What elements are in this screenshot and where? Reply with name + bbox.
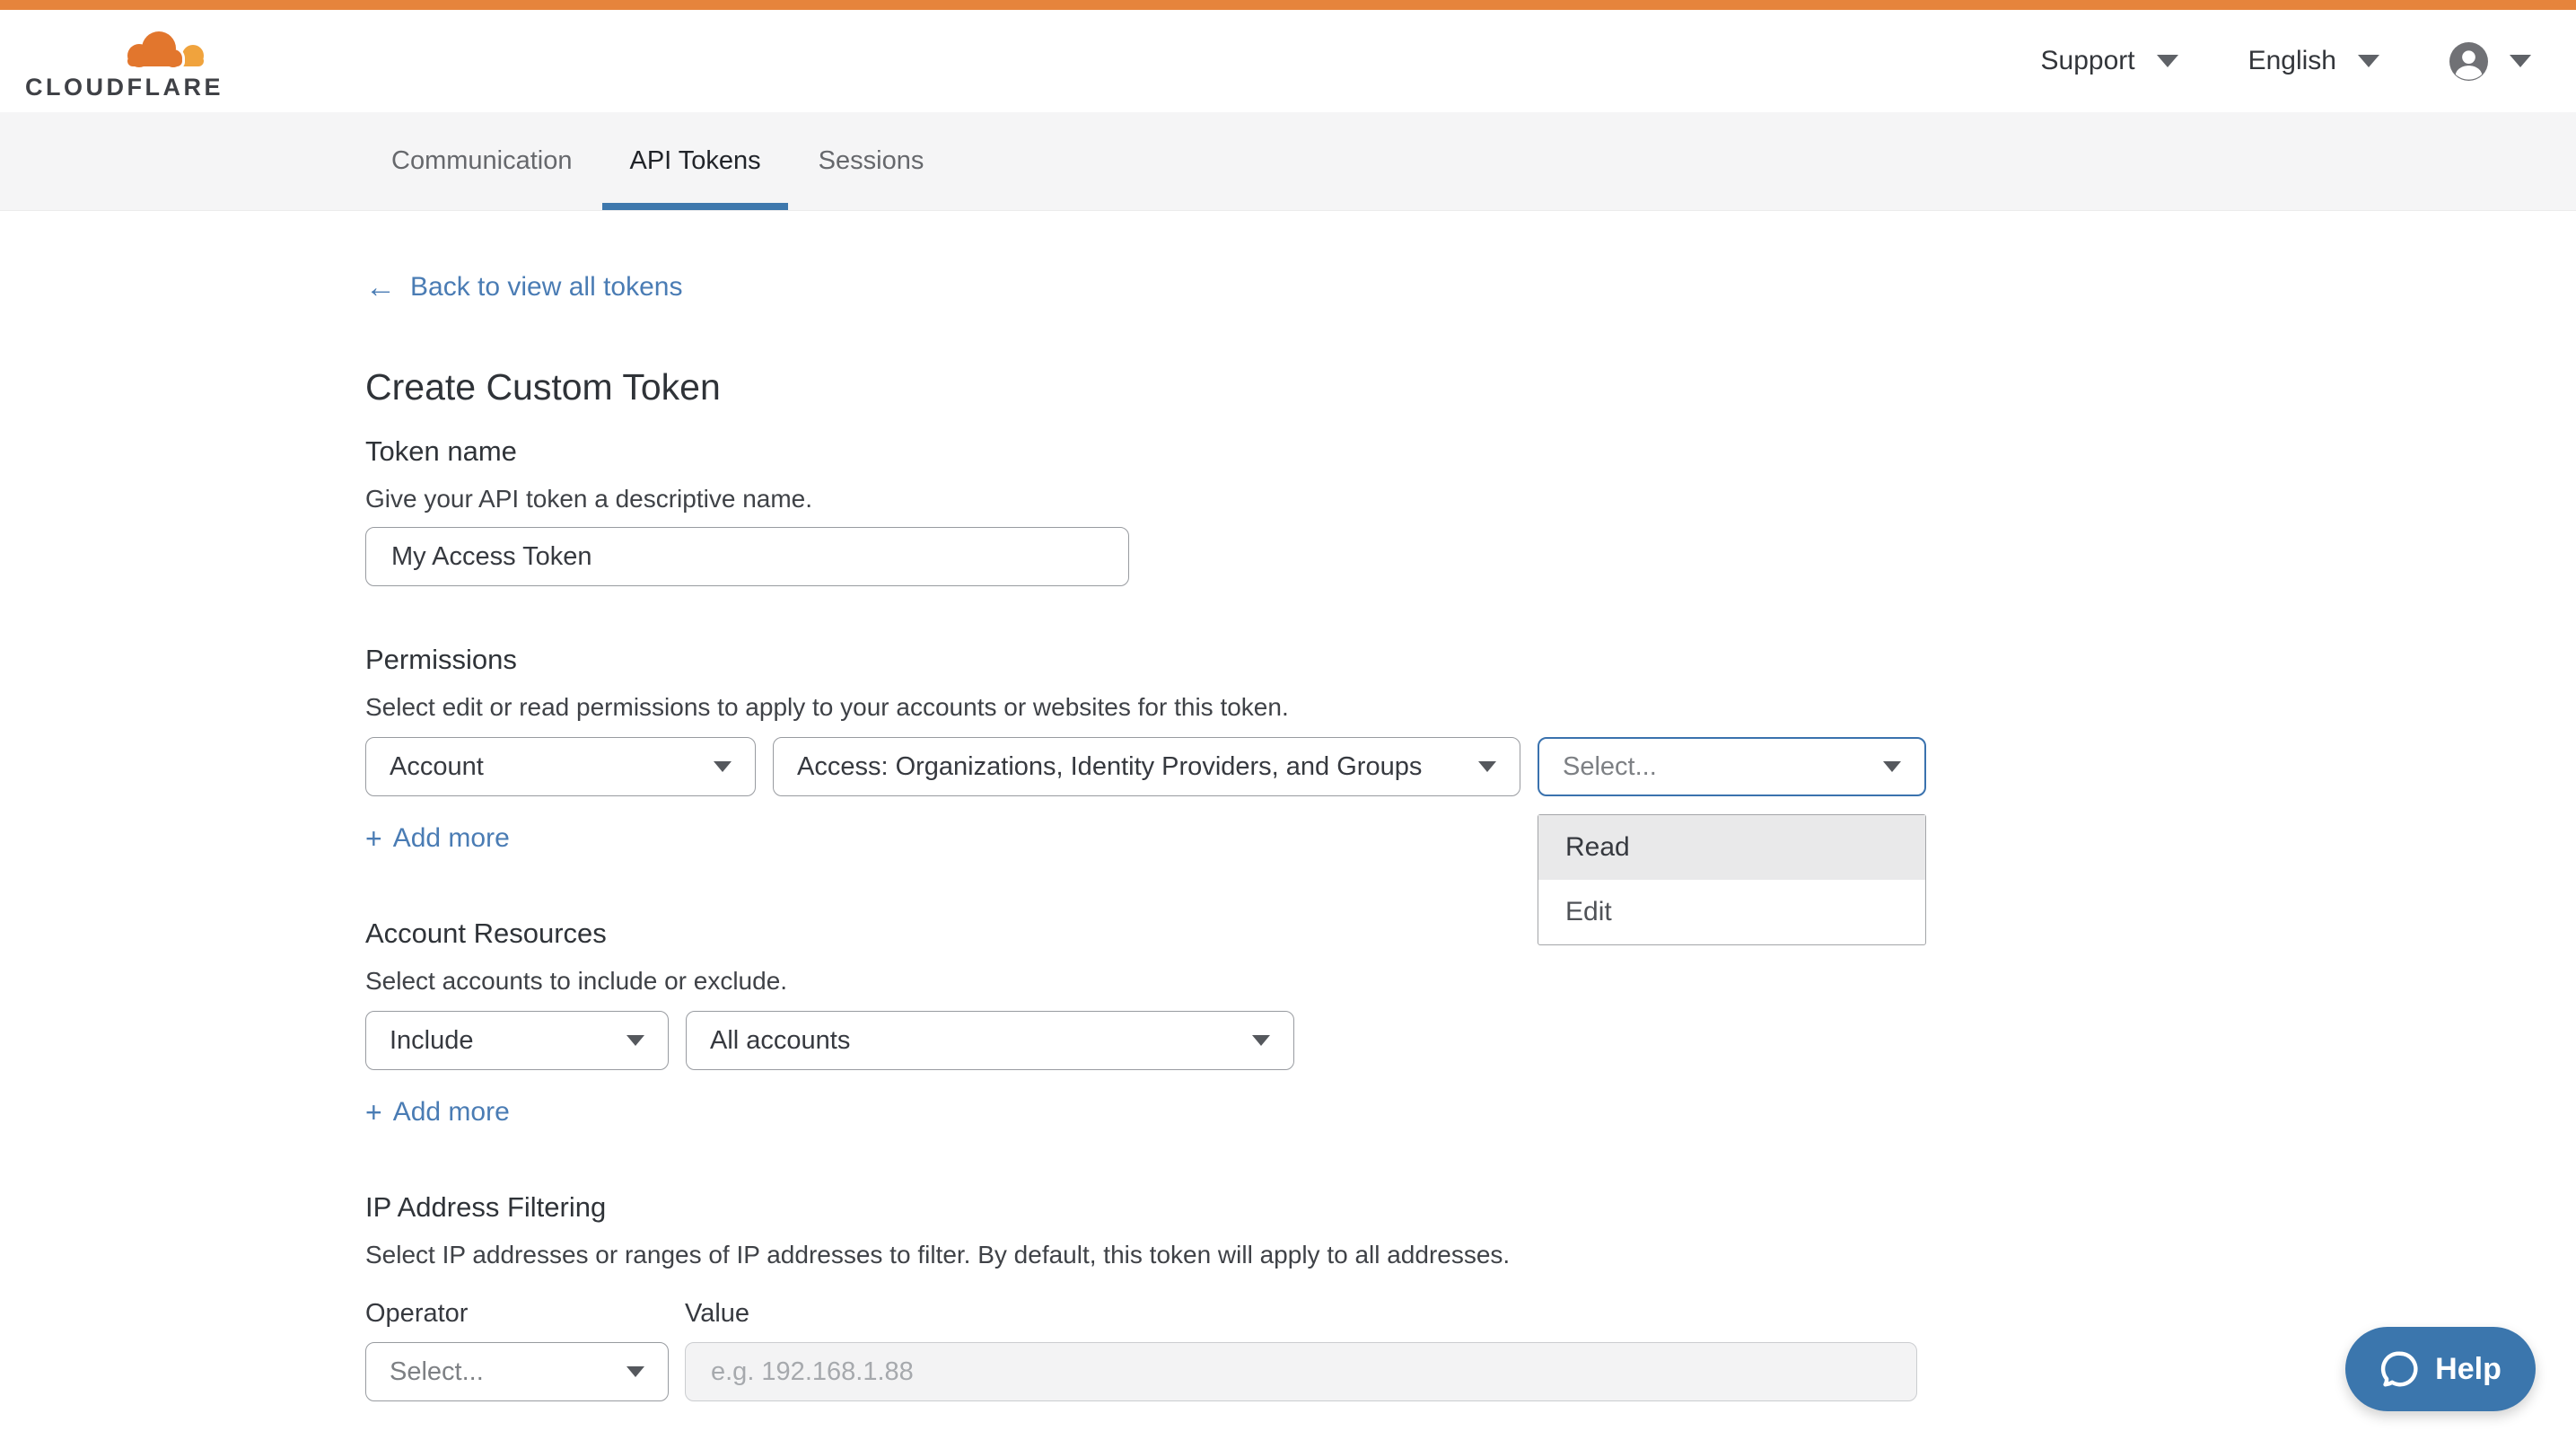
back-to-tokens-link[interactable]: ← Back to view all tokens [365,270,682,303]
left-arrow-icon: ← [365,272,396,303]
profile-tabbar: Communication API Tokens Sessions [0,112,2576,211]
back-link-label: Back to view all tokens [410,270,682,303]
chevron-down-icon [2157,55,2178,67]
account-resources-heading: Account Resources [365,917,2576,950]
add-more-permissions-label: Add more [393,821,510,855]
menu-option-read[interactable]: Read [1538,815,1925,880]
token-name-section: Token name Give your API token a descrip… [365,435,2576,586]
permission-level-menu: Read Edit [1538,814,1926,945]
operator-select[interactable]: Select... [365,1342,669,1401]
resource-mode-value: Include [390,1026,474,1056]
ip-filtering-section: IP Address Filtering Select IP addresses… [365,1191,2576,1401]
language-menu-label: English [2248,46,2336,76]
ip-value-input[interactable] [685,1342,1917,1401]
chat-bubble-icon [2379,1348,2421,1390]
account-resources-description: Select accounts to include or exclude. [365,966,2576,996]
chevron-down-icon [1252,1035,1270,1046]
ip-filtering-heading: IP Address Filtering [365,1191,2576,1224]
main-content: ← Back to view all tokens Create Custom … [0,211,2576,1401]
permissions-section: Permissions Select edit or read permissi… [365,644,2576,855]
cloudflare-cloud-icon [116,22,209,73]
token-name-heading: Token name [365,435,2576,468]
page-title: Create Custom Token [365,366,2576,408]
plus-icon: + [365,1098,382,1127]
permission-group-select[interactable]: Access: Organizations, Identity Provider… [773,737,1520,796]
language-menu[interactable]: English [2248,46,2379,76]
chevron-down-icon [1478,761,1496,772]
add-more-permissions-link[interactable]: + Add more [365,821,510,855]
menu-option-edit[interactable]: Edit [1538,880,1925,944]
chevron-down-icon [626,1366,644,1377]
ip-filtering-description: Select IP addresses or ranges of IP addr… [365,1240,2576,1270]
header-nav: Support English [2041,42,2531,81]
brand-accent-bar [0,0,2576,10]
help-button-label: Help [2435,1352,2502,1387]
tab-api-tokens[interactable]: API Tokens [602,112,787,210]
token-name-input[interactable] [365,527,1129,586]
chevron-down-icon [626,1035,644,1046]
token-name-description: Give your API token a descriptive name. [365,484,2576,514]
account-resources-select-row: Include All accounts [365,1011,2576,1070]
tab-communication[interactable]: Communication [364,112,599,210]
operator-label: Operator [365,1297,669,1330]
account-menu[interactable] [2449,42,2531,81]
permissions-heading: Permissions [365,644,2576,676]
ip-field-labels: Operator Value [365,1297,2576,1330]
support-menu-label: Support [2041,46,2135,76]
chevron-down-icon [1883,761,1901,772]
resource-accounts-select[interactable]: All accounts [686,1011,1294,1070]
permissions-select-row: Account Access: Organizations, Identity … [365,737,2576,796]
permission-scope-value: Account [390,752,484,782]
permissions-description: Select edit or read permissions to apply… [365,692,2576,723]
permission-level-placeholder: Select... [1563,752,1657,782]
user-avatar-icon [2449,42,2488,81]
cloudflare-logo: CLOUDFLARE [25,22,210,100]
permission-group-value: Access: Organizations, Identity Provider… [797,752,1422,782]
account-resources-section: Account Resources Select accounts to inc… [365,917,2576,1128]
header: CLOUDFLARE Support English [0,10,2576,112]
permission-scope-select[interactable]: Account [365,737,756,796]
ip-field-row: Select... [365,1342,2576,1401]
operator-placeholder: Select... [390,1357,484,1387]
plus-icon: + [365,824,382,853]
chevron-down-icon [714,761,732,772]
help-button[interactable]: Help [2345,1327,2536,1411]
add-more-resources-label: Add more [393,1095,510,1128]
resource-accounts-value: All accounts [710,1026,850,1056]
chevron-down-icon [2358,55,2379,67]
value-label: Value [685,1297,749,1330]
permission-level-select[interactable]: Select... [1538,737,1926,796]
resource-mode-select[interactable]: Include [365,1011,669,1070]
add-more-resources-link[interactable]: + Add more [365,1095,510,1128]
support-menu[interactable]: Support [2041,46,2178,76]
tab-sessions[interactable]: Sessions [792,112,951,210]
chevron-down-icon [2510,55,2531,67]
cloudflare-logo-text: CLOUDFLARE [25,75,223,100]
